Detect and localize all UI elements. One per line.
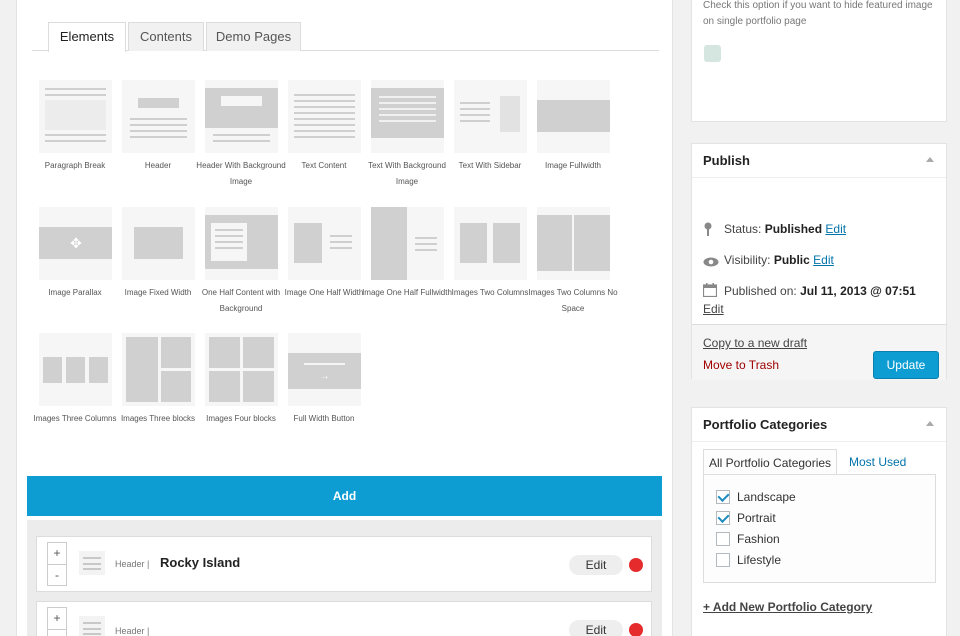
published-edit-link[interactable]: Edit	[703, 302, 724, 316]
calendar-icon	[702, 283, 718, 298]
status-label: Status:	[724, 222, 762, 236]
status-value: Published	[764, 222, 823, 236]
element-one-half-content[interactable]	[205, 207, 278, 280]
featured-image-help: Check this option if you want to hide fe…	[703, 0, 933, 27]
element-image-one-half[interactable]	[288, 207, 361, 280]
add-button[interactable]: Add	[27, 476, 662, 516]
element-text-content[interactable]	[288, 80, 361, 153]
fashion-label: Fashion	[737, 532, 780, 546]
move-icon: ✥	[70, 235, 82, 251]
publish-actions: Copy to a new draft Move to Trash Update	[692, 324, 946, 380]
label-image-fullwidth: Image Fullwidth	[544, 161, 602, 170]
published-value: Jul 11, 2013 @ 07:51	[800, 284, 916, 298]
visibility-value: Public	[773, 253, 810, 267]
label-images-two-columns-nospace: Images Two Columns No Space	[528, 288, 618, 313]
category-tabs: All Portfolio Categories Most Used	[703, 449, 936, 475]
hide-featured-toggle[interactable]	[704, 45, 721, 62]
element-text-with-sidebar[interactable]	[454, 80, 527, 153]
categories-title: Portfolio Categories	[703, 417, 828, 432]
element-paragraph-break[interactable]	[39, 80, 112, 153]
edit-row-button[interactable]: Edit	[569, 620, 623, 636]
element-image-fixed-width[interactable]	[122, 207, 195, 280]
row-stepper: + -	[47, 607, 67, 636]
element-header[interactable]	[122, 80, 195, 153]
arrow-right-icon: →	[319, 371, 330, 382]
collapse-button[interactable]: -	[48, 629, 66, 636]
header-icon	[79, 616, 105, 636]
element-full-width-button[interactable]: →	[288, 333, 361, 406]
row-type-label: Header |	[115, 559, 150, 569]
visibility-label: Visibility:	[724, 253, 771, 267]
tab-contents[interactable]: Contents	[128, 22, 204, 51]
categories-header: Portfolio Categories	[692, 408, 946, 442]
add-new-category-link[interactable]: + Add New Portfolio Category	[703, 600, 872, 614]
element-image-fullwidth[interactable]	[537, 80, 610, 153]
fashion-checkbox[interactable]	[716, 532, 730, 546]
pin-icon	[703, 222, 713, 236]
landscape-checkbox[interactable]	[716, 490, 730, 504]
lifestyle-label: Lifestyle	[737, 553, 782, 567]
collapse-toggle-icon[interactable]	[926, 421, 934, 426]
copy-draft-link[interactable]: Copy to a new draft	[703, 336, 807, 350]
portrait-label: Portrait	[737, 511, 776, 525]
portfolio-categories-box: Portfolio Categories All Portfolio Categ…	[691, 407, 947, 636]
expand-button[interactable]: +	[48, 608, 66, 629]
tab-most-used[interactable]: Most Used	[844, 449, 911, 475]
expand-button[interactable]: +	[48, 543, 66, 564]
row-type-label: Header |	[115, 626, 150, 636]
publish-box: Publish Status: Published Edit Visibilit…	[691, 143, 947, 380]
element-images-four-blocks[interactable]	[205, 333, 278, 406]
delete-row-button[interactable]	[629, 623, 643, 636]
status-edit-link[interactable]: Edit	[825, 222, 846, 236]
landscape-label: Landscape	[737, 490, 796, 504]
element-text-with-bg[interactable]	[371, 80, 444, 153]
tab-all-categories[interactable]: All Portfolio Categories	[703, 449, 838, 475]
visibility-line: Visibility: Public Edit	[724, 253, 834, 267]
collapse-button[interactable]: -	[48, 564, 66, 585]
collapse-toggle-icon[interactable]	[926, 157, 934, 162]
category-checklist: Landscape Portrait Fashion Lifestyle	[703, 474, 936, 583]
content-row: + - Header | Edit	[36, 601, 652, 636]
featured-image-box: Check this option if you want to hide fe…	[691, 0, 947, 122]
status-line: Status: Published Edit	[724, 222, 846, 236]
tab-demo-pages[interactable]: Demo Pages	[206, 22, 301, 51]
eye-icon	[703, 254, 719, 267]
edit-row-button[interactable]: Edit	[569, 555, 623, 575]
content-row: + - Header | Rocky Island Edit	[36, 536, 652, 592]
portrait-checkbox[interactable]	[716, 511, 730, 525]
content-rows: + - Header | Rocky Island Edit + - Heade…	[27, 520, 662, 636]
publish-header: Publish	[692, 144, 946, 178]
publish-title: Publish	[703, 153, 750, 168]
header-icon	[79, 551, 105, 575]
builder-tabs: Elements Contents Demo Pages	[32, 22, 659, 52]
element-image-parallax[interactable]: ✥	[39, 207, 112, 280]
delete-row-button[interactable]	[629, 558, 643, 572]
element-images-three-columns[interactable]	[39, 333, 112, 406]
published-on-line: Published on: Jul 11, 2013 @ 07:51	[724, 284, 916, 298]
element-header-with-bg[interactable]	[205, 80, 278, 153]
label-full-width-button: Full Width Button	[293, 414, 355, 423]
lifestyle-checkbox[interactable]	[716, 553, 730, 567]
move-to-trash-link[interactable]: Move to Trash	[703, 358, 779, 372]
published-label: Published on:	[724, 284, 797, 298]
tab-elements[interactable]: Elements	[48, 22, 126, 52]
element-images-two-columns[interactable]	[454, 207, 527, 280]
visibility-edit-link[interactable]: Edit	[813, 253, 834, 267]
element-images-three-blocks[interactable]	[122, 333, 195, 406]
element-images-two-columns-nospace[interactable]	[537, 207, 610, 280]
update-button[interactable]: Update	[873, 351, 939, 379]
element-image-one-half-fullwidth[interactable]	[371, 207, 444, 280]
row-title: Rocky Island	[160, 555, 241, 570]
row-stepper: + -	[47, 542, 67, 586]
page-builder-panel: Elements Contents Demo Pages Paragraph B…	[16, 0, 673, 636]
